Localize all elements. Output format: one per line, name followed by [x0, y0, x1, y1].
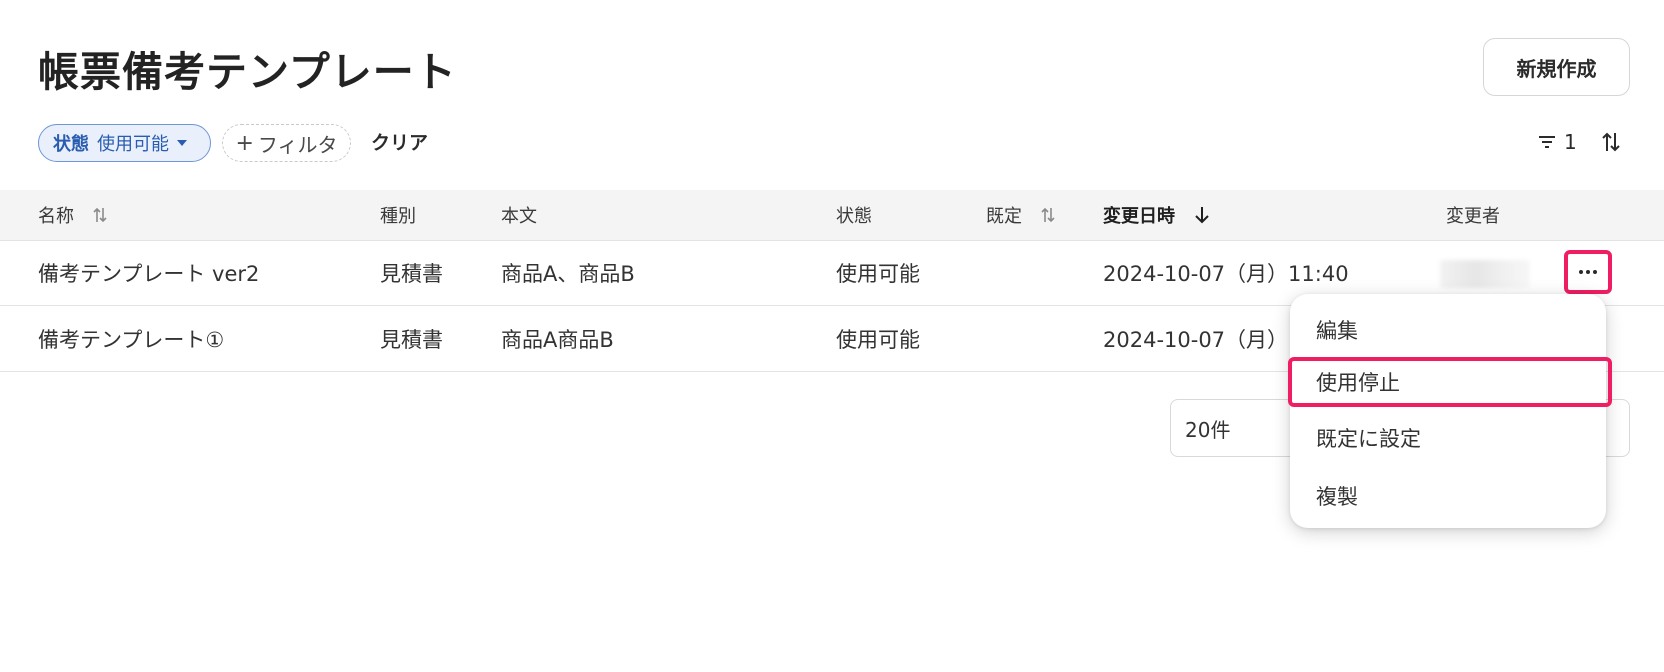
page-size-value: 20件	[1185, 417, 1231, 442]
row-action-menu: 編集 使用停止 既定に設定 複製	[1288, 294, 1612, 528]
column-header-status: 状態	[836, 206, 872, 227]
sort-toggle-button[interactable]	[1601, 131, 1621, 157]
column-label: 既定	[986, 206, 1022, 227]
column-header-type: 種別	[380, 206, 416, 227]
filter-count-button[interactable]: 1	[1538, 130, 1577, 154]
column-label: 変更日時	[1103, 206, 1175, 227]
row-updated-by-redacted	[1440, 260, 1530, 288]
more-dots-icon	[1579, 270, 1597, 274]
row-type: 見積書	[380, 327, 443, 352]
column-header-updated[interactable]: 変更日時	[1103, 190, 1211, 240]
filter-chip-value: 使用可能	[97, 134, 169, 155]
filter-chip-key: 状態	[53, 134, 89, 155]
page-title: 帳票備考テンプレート	[38, 48, 457, 96]
sort-icon	[1041, 207, 1055, 223]
row-body: 商品A商品B	[501, 327, 614, 352]
row-more-button[interactable]	[1564, 250, 1612, 294]
menu-item-disable[interactable]: 使用停止	[1288, 357, 1612, 407]
arrow-down-icon	[1195, 207, 1209, 224]
add-filter-label: フィルタ	[257, 132, 338, 157]
column-header-body: 本文	[501, 206, 537, 227]
clear-filters-link[interactable]: クリア	[371, 128, 428, 155]
column-header-updated-by: 変更者	[1446, 206, 1500, 227]
status-filter-chip[interactable]: 状態 使用可能	[38, 124, 211, 162]
table-header: 名称 種別 本文 状態 既定 変更日時 変更者	[0, 190, 1664, 241]
row-status: 使用可能	[836, 327, 920, 352]
new-button[interactable]: 新規作成	[1483, 38, 1630, 96]
menu-item-set-default[interactable]: 既定に設定	[1290, 410, 1606, 466]
plus-icon: +	[235, 130, 254, 156]
row-name: 備考テンプレート①	[38, 327, 225, 352]
column-label: 名称	[38, 206, 74, 227]
filter-count: 1	[1564, 130, 1577, 154]
add-filter-button[interactable]: + フィルタ	[222, 124, 351, 162]
column-header-name[interactable]: 名称	[38, 190, 108, 240]
column-header-default[interactable]: 既定	[986, 190, 1056, 240]
menu-item-edit[interactable]: 編集	[1290, 302, 1606, 358]
row-body: 商品A、商品B	[501, 261, 635, 286]
row-updated: 2024-10-07（月）	[1103, 327, 1289, 352]
sort-arrows-icon	[1602, 132, 1620, 152]
menu-item-duplicate[interactable]: 複製	[1290, 468, 1606, 524]
row-name: 備考テンプレート ver2	[38, 261, 260, 286]
sort-icon	[93, 207, 107, 223]
caret-down-icon	[177, 140, 187, 146]
filter-icon	[1539, 136, 1555, 148]
row-status: 使用可能	[836, 261, 920, 286]
row-type: 見積書	[380, 261, 443, 286]
